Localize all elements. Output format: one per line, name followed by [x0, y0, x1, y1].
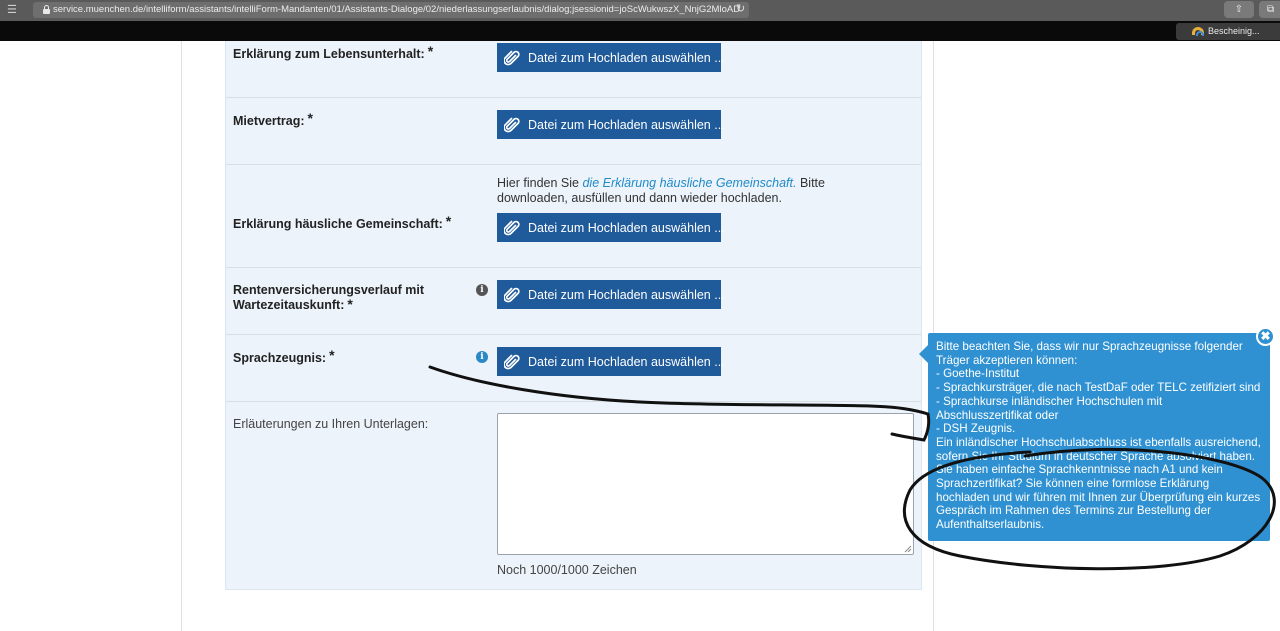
tooltip-line: Träger akzeptieren können:: [936, 353, 1078, 367]
share-icon: ⇧: [1234, 4, 1244, 15]
address-bar-url[interactable]: service.muenchen.de/intelliform/assistan…: [53, 4, 740, 15]
address-bar[interactable]: service.muenchen.de/intelliform/assistan…: [33, 2, 749, 18]
paperclip-icon: [503, 353, 520, 371]
tabs-icon: ⧉: [1267, 4, 1275, 15]
upload-button-haeusliche-gemeinschaft[interactable]: Datei zum Hochladen auswählen ...: [497, 213, 725, 242]
tooltip-line: - Sprachkurse inländischer Hochschulen m…: [936, 394, 1163, 408]
tooltip-line: Aufenthaltserlaubnis.: [936, 518, 1045, 532]
tooltip-line: Sprachzertifikat? Sie können eine formlo…: [936, 477, 1210, 491]
browser-toolbar: ☰ service.muenchen.de/intelliform/assist…: [0, 0, 1280, 21]
tooltip-line: Abschlusszertifikat oder: [936, 408, 1059, 422]
paperclip-icon: [503, 116, 520, 134]
erklaerung-download-link[interactable]: die Erklärung häusliche Gemeinschaft.: [582, 176, 796, 190]
upload-button-label: Datei zum Hochladen auswählen ...: [528, 354, 725, 369]
upload-button-label: Datei zum Hochladen auswählen ...: [528, 220, 725, 235]
upload-button-label: Datei zum Hochladen auswählen ...: [528, 117, 725, 132]
info-icon[interactable]: i: [476, 351, 488, 363]
paperclip-icon: [503, 49, 520, 67]
upload-button-lebensunterhalt[interactable]: Datei zum Hochladen auswählen ...: [497, 43, 725, 72]
tooltip-line: - Goethe-Institut: [936, 367, 1020, 381]
notes-textarea[interactable]: [497, 413, 914, 555]
upload-button-label: Datei zum Hochladen auswählen ...: [528, 287, 725, 302]
field-label-haeusliche-gemeinschaft: Erklärung häusliche Gemeinschaft: *: [233, 213, 452, 231]
notes-label: Erläuterungen zu Ihren Unterlagen:: [233, 417, 429, 431]
menu-icon[interactable]: ☰: [7, 4, 17, 16]
tooltip-line: Sie haben einfache Sprachkenntnisse nach…: [936, 463, 1223, 477]
upload-button-sprachzeugnis[interactable]: Datei zum Hochladen auswählen ...: [497, 347, 725, 376]
field-label-sprachzeugnis: Sprachzeugnis: *: [233, 347, 335, 365]
share-button[interactable]: ⇧: [1224, 1, 1254, 18]
upload-button-label: Datei zum Hochladen auswählen ...: [528, 50, 725, 65]
row-divider: [226, 97, 921, 98]
sprachzeugnis-info-tooltip: Bitte beachten Sie, dass wir nur Sprachz…: [919, 333, 1270, 541]
field-label-rentenversicherung: Rentenversicherungsverlauf mit Wartezeit…: [233, 283, 425, 312]
lock-icon: [43, 5, 50, 14]
paperclip-icon: [503, 219, 520, 237]
info-icon[interactable]: i: [476, 284, 488, 296]
tooltip-line: Bitte beachten Sie, dass wir nur Sprachz…: [936, 340, 1243, 353]
tabs-overview-button[interactable]: ⧉: [1259, 1, 1280, 18]
tooltip-line: - DSH Zeugnis.: [936, 422, 1016, 436]
required-marker: *: [445, 213, 452, 229]
download-hint: Hier finden Sie die Erklärung häusliche …: [497, 176, 825, 205]
tooltip-line: hochladen und wir führen mit Ihnen zur Ü…: [936, 490, 1261, 504]
upload-button-mietvertrag[interactable]: Datei zum Hochladen auswählen ...: [497, 110, 725, 139]
required-marker: *: [427, 43, 434, 59]
bookmarks-bar: Bescheinig...: [0, 21, 1280, 41]
bookmark-item[interactable]: Bescheinig...: [1176, 23, 1280, 40]
tooltip-line: sofern Sie Ihr Studium in deutscher Spra…: [936, 449, 1256, 463]
reload-icon[interactable]: ↻: [736, 2, 745, 15]
upload-button-rentenversicherung[interactable]: Datei zum Hochladen auswählen ...: [497, 280, 725, 309]
row-divider: [226, 267, 921, 268]
bookmark-label: Bescheinig...: [1208, 26, 1260, 36]
screen: ☰ service.muenchen.de/intelliform/assist…: [0, 0, 1280, 631]
tooltip-line: - Sprachkursträger, die nach TestDaF ode…: [936, 381, 1261, 395]
resize-grip-icon[interactable]: [903, 544, 912, 553]
row-divider: [226, 401, 921, 402]
required-marker: *: [329, 347, 335, 363]
tooltip-line: Ein inländischer Hochschulabschluss ist …: [936, 435, 1261, 449]
required-marker: *: [347, 296, 353, 312]
field-label-mietvertrag: Mietvertrag: *: [233, 110, 313, 128]
rainbow-icon: [1192, 27, 1204, 36]
row-divider: [226, 164, 921, 165]
row-divider: [226, 334, 921, 335]
tooltip-close-icon[interactable]: ✖: [1256, 327, 1275, 346]
tooltip-line: Gespräch im Rahmen des Termins zur Beste…: [936, 504, 1211, 518]
paperclip-icon: [503, 286, 520, 304]
field-label-lebensunterhalt: Erklärung zum Lebensunterhalt: *: [233, 43, 434, 61]
required-marker: *: [307, 110, 313, 126]
character-counter: Noch 1000/1000 Zeichen: [497, 563, 637, 577]
